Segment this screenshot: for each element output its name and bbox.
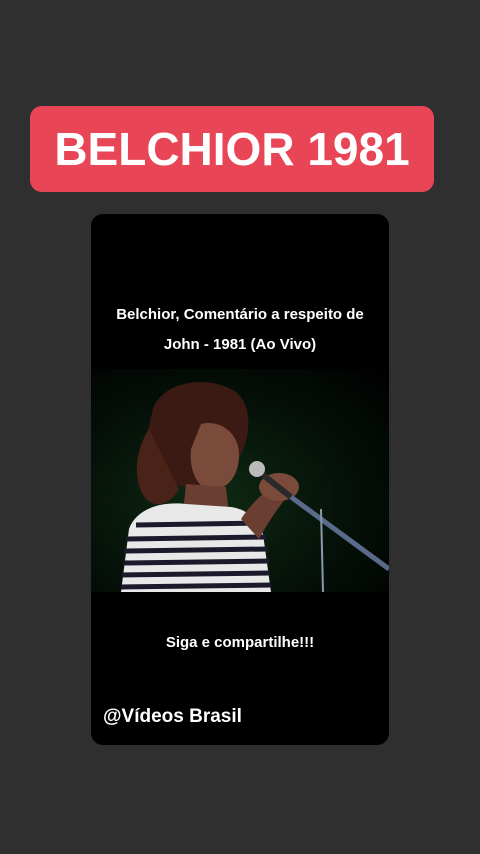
- singer-performance-image: [120, 381, 389, 592]
- video-frame[interactable]: [91, 369, 389, 592]
- video-player[interactable]: Belchior, Comentário a respeito de John …: [91, 214, 389, 745]
- channel-watermark: @Vídeos Brasil: [103, 706, 242, 727]
- title-banner: BELCHIOR 1981: [30, 106, 434, 192]
- video-caption-line-1: Belchior, Comentário a respeito de: [116, 306, 364, 323]
- video-caption-line-2: John - 1981 (Ao Vivo): [163, 336, 317, 353]
- share-prompt: Siga e compartilhe!!!: [165, 634, 315, 651]
- page-title: BELCHIOR 1981: [54, 123, 410, 175]
- video-caption: Belchior, Comentário a respeito de John …: [91, 300, 389, 360]
